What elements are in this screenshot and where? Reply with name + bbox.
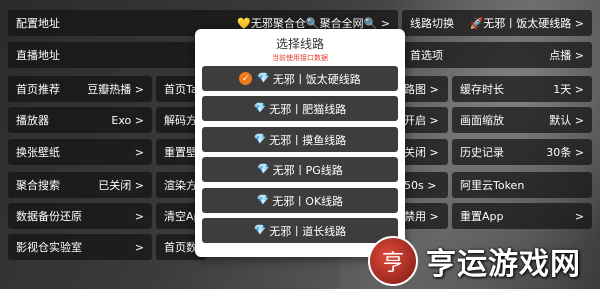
data-backup-label: 数据备份还原 [16, 210, 82, 223]
home-recommend-value: 豆瓣热播 > [87, 83, 144, 96]
aliyun-token-item[interactable]: 阿里云Token [452, 172, 592, 198]
config-address-label: 配置地址 [16, 17, 60, 30]
home-data-label: 首页数 [164, 241, 197, 254]
change-wallpaper-label: 换张壁纸 [16, 146, 60, 159]
diamond-icon: 💎 [257, 73, 270, 84]
dragon-logo-icon: 亨 [368, 235, 418, 286]
route-switch-value: 🚀无邪丨饭太硬线路 > [469, 17, 584, 30]
history-label: 历史记录 [460, 146, 504, 159]
home-preference-label: 首选项 [410, 49, 443, 62]
route-option-label: 无邪丨摸鱼线路 [269, 133, 347, 147]
reset-app-label: 重置App [460, 210, 504, 223]
aggregate-search-label: 聚合搜索 [16, 179, 60, 192]
route-switch-label: 线路切换 [410, 17, 454, 30]
decode-label: 解码方 [164, 114, 197, 127]
home-preference-value: 点播 > [549, 49, 584, 62]
site-watermark: 亨 亨运游戏网 [368, 232, 600, 289]
lab-value: > [134, 240, 144, 254]
check-icon: ✓ [239, 72, 253, 85]
diamond-icon: 💎 [253, 134, 267, 145]
home-tab-label: 首页Ta [164, 83, 198, 96]
lab-item[interactable]: 影视仓实验室 > [8, 234, 152, 260]
aliyun-token-label: 阿里云Token [460, 179, 525, 192]
screen-zoom-value: 默认 > [549, 114, 584, 127]
dialog-subtitle: 当前使用接口数据 [272, 54, 328, 62]
reset-app-value: > [574, 209, 584, 223]
route-option-label: 无邪丨OK线路 [272, 194, 344, 208]
change-wallpaper-item[interactable]: 换张壁纸 > [8, 139, 152, 165]
player-label: 播放器 [16, 114, 49, 127]
route-option-label: 无邪丨肥猫线路 [269, 102, 347, 116]
watermark-text: 亨运游戏网 [426, 246, 581, 282]
dialog-title: 选择线路 [275, 37, 324, 51]
render-label: 渲染方 [164, 179, 197, 192]
aggregate-search-value: 已关闭 > [98, 179, 144, 192]
route-option-label: 无邪丨道长线路 [269, 224, 347, 238]
disable-label: 禁用 > [404, 210, 439, 223]
history-value: 30条 > [546, 146, 584, 159]
reset-app-item[interactable]: 重置App > [452, 203, 592, 229]
diamond-icon: 💎 [257, 164, 270, 175]
history-item[interactable]: 历史记录 30条 > [452, 139, 592, 165]
route-option-label: 无邪丨饭太硬线路 [272, 72, 361, 86]
route-option-3[interactable]: 💎 无邪丨摸鱼线路 [202, 127, 398, 152]
screen-zoom-label: 画面缩放 [460, 114, 504, 127]
cache-duration-item[interactable]: 缓存时长 1天 > [452, 76, 592, 102]
live-address-label: 直播地址 [16, 49, 60, 62]
home-recommend-item[interactable]: 首页推荐 豆瓣热播 > [8, 76, 152, 102]
aggregate-search-item[interactable]: 聚合搜索 已关闭 > [8, 172, 152, 198]
timeout-label: 50s > [404, 178, 437, 192]
change-wallpaper-value: > [134, 145, 144, 159]
close-label: 关闭 > [404, 146, 439, 159]
route-option-4[interactable]: 💎 无邪丨PG线路 [202, 157, 398, 182]
route-select-dialog: 选择线路 当前使用接口数据 ✓ 💎 无邪丨饭太硬线路 💎 无邪丨肥猫线路 💎 无… [195, 29, 405, 257]
open-label: 开启 > [404, 114, 439, 127]
cache-duration-label: 缓存时长 [460, 83, 504, 96]
route-switch-item[interactable]: 线路切换 🚀无邪丨饭太硬线路 > [402, 10, 592, 36]
route-option-2[interactable]: 💎 无邪丨肥猫线路 [202, 96, 398, 121]
data-backup-item[interactable]: 数据备份还原 > [8, 203, 152, 229]
route-map-label: 路图 > [404, 83, 439, 96]
diamond-icon: 💎 [256, 195, 270, 206]
diamond-icon: 💎 [253, 225, 267, 236]
player-value: Exo > [111, 113, 144, 127]
route-option-1[interactable]: ✓ 💎 无邪丨饭太硬线路 [202, 66, 398, 91]
route-option-label: 无邪丨PG线路 [272, 163, 343, 177]
home-recommend-label: 首页推荐 [16, 83, 60, 96]
reset-wallpaper-label: 重置壁 [164, 146, 197, 159]
cache-duration-value: 1天 > [553, 83, 584, 96]
screen-zoom-item[interactable]: 画面缩放 默认 > [452, 107, 592, 133]
player-item[interactable]: 播放器 Exo > [8, 107, 152, 133]
route-option-5[interactable]: 💎 无邪丨OK线路 [202, 188, 398, 213]
lab-label: 影视仓实验室 [16, 241, 82, 254]
diamond-icon: 💎 [253, 103, 267, 114]
home-preference-item[interactable]: 首选项 点播 > [402, 42, 592, 68]
data-backup-value: > [134, 209, 144, 223]
